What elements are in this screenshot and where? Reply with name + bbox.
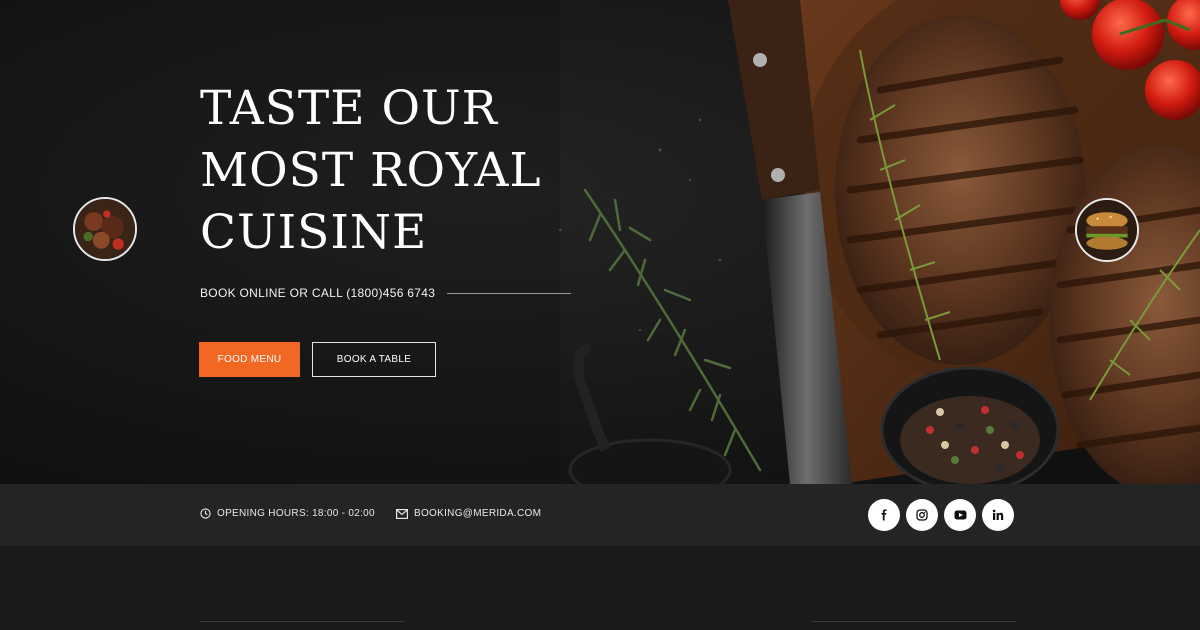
hero-title-line: MOST ROYAL	[200, 143, 542, 198]
booking-email-text: BOOKING@MERIDA.COM	[414, 508, 542, 519]
youtube-icon	[954, 510, 966, 520]
booking-email[interactable]: BOOKING@MERIDA.COM	[396, 508, 541, 519]
clock-icon	[200, 508, 211, 519]
linkedin-link[interactable]	[982, 499, 1014, 531]
booking-info: BOOK ONLINE OR CALL (1800)456 6743	[200, 286, 572, 300]
opening-hours-text: OPENING HOURS: 18:00 - 02:00	[217, 508, 375, 519]
instagram-link[interactable]	[906, 499, 938, 531]
hero-section: TASTE OUR MOST ROYAL CUISINE BOOK ONLINE…	[0, 0, 1200, 484]
hero-title-line: CUISINE	[200, 205, 428, 260]
facebook-link[interactable]	[868, 499, 900, 531]
slide-prev-thumbnail[interactable]	[73, 197, 137, 261]
food-thumbnail-image	[75, 199, 135, 259]
hero-title-line: TASTE OUR	[200, 81, 499, 136]
booking-divider	[447, 292, 572, 294]
slide-next-thumbnail[interactable]	[1075, 198, 1139, 262]
section-divider	[200, 621, 404, 622]
opening-hours: OPENING HOURS: 18:00 - 02:00	[200, 508, 375, 519]
book-table-button[interactable]: BOOK A TABLE	[312, 342, 436, 377]
hero-title: TASTE OUR MOST ROYAL CUISINE	[200, 78, 620, 264]
instagram-icon	[916, 509, 928, 521]
info-bar: OPENING HOURS: 18:00 - 02:00 BOOKING@MER…	[0, 484, 1200, 546]
food-thumbnail-image	[1077, 200, 1137, 260]
booking-text: BOOK ONLINE OR CALL (1800)456 6743	[200, 286, 436, 300]
mail-icon	[396, 508, 408, 519]
food-menu-button[interactable]: FOOD MENU	[199, 342, 300, 377]
youtube-link[interactable]	[944, 499, 976, 531]
section-divider	[812, 621, 1016, 622]
facebook-icon	[881, 509, 887, 521]
linkedin-icon	[992, 509, 1004, 520]
